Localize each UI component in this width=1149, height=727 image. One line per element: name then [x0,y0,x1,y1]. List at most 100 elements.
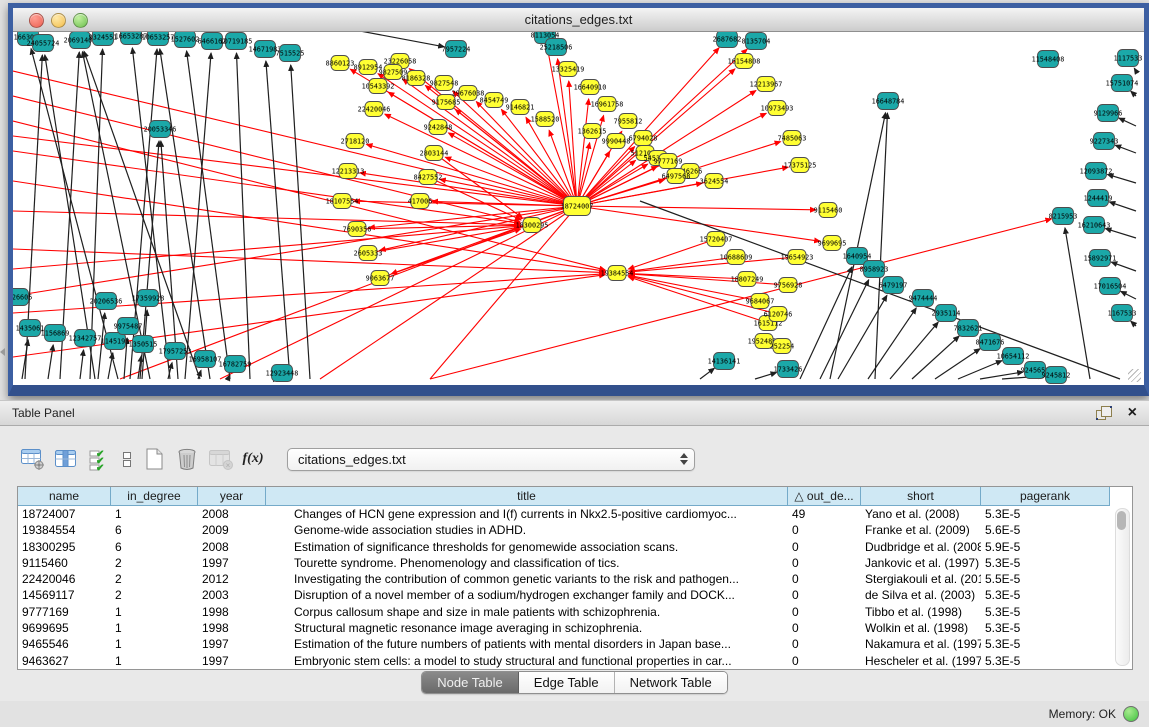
graph-edge[interactable] [13,249,605,273]
graph-edge[interactable] [360,32,444,47]
window-titlebar[interactable]: citations_edges.txt [13,8,1144,32]
graph-edge[interactable] [1111,262,1136,271]
float-panel-icon[interactable] [1096,406,1112,420]
table-cell: 5.3E-5 [981,506,1110,522]
graph-edge[interactable] [80,350,84,379]
graph-edge[interactable] [1131,91,1136,96]
graph-edge[interactable] [1109,202,1136,211]
table-cell: 9465546 [18,636,111,652]
graph-node-label: 8186328 [402,74,431,82]
close-panel-icon[interactable]: × [1128,406,1137,420]
graph-edge[interactable] [1121,291,1136,299]
column-header-pagerank[interactable]: pagerank [981,487,1110,506]
column-header-title[interactable]: title [266,487,788,506]
table-row[interactable]: 977716911998Corpus callosum shape and si… [18,604,1132,620]
row-height-button[interactable] [119,446,134,472]
column-header-in_degree[interactable]: in_degree [111,487,198,506]
graph-edge[interactable] [1107,174,1136,183]
graph-edge[interactable] [48,345,53,379]
network-graph[interactable]: 1663054240557242069140693245511665328710… [13,32,1144,385]
graph-edge[interactable] [629,274,788,285]
graph-edge[interactable] [629,257,797,272]
column-header-out_de[interactable]: △ out_de... [788,487,861,506]
table-cell: 1 [111,506,198,522]
select-rows-button[interactable]: ✔ ✔ ✔ [86,446,112,472]
graph-node-label: 12213313 [332,167,365,175]
graph-edge[interactable] [820,280,869,379]
table-row[interactable]: 1830029562008Estimation of significance … [18,539,1132,555]
graph-edge[interactable] [291,65,310,379]
column-header-short[interactable]: short [861,487,981,506]
graph-edge[interactable] [1119,118,1136,126]
graph-edge[interactable] [368,227,520,253]
graph-edge[interactable] [800,267,852,379]
graph-edge[interactable] [577,206,816,210]
graph-edge[interactable] [628,239,716,269]
float-icon-dot [1096,418,1098,420]
table-cell: 6 [111,539,198,555]
graph-node-label: 18107554 [326,197,359,205]
graph-edge[interactable] [700,368,714,379]
graph-edge[interactable] [1134,68,1136,71]
graph-edge[interactable] [13,226,520,269]
table-selector-dropdown[interactable]: citations_edges.txt [287,448,695,471]
graph-edge[interactable] [13,151,520,223]
scrollbar-thumb[interactable] [1117,511,1126,530]
close-window-button[interactable] [29,13,44,28]
function-builder-button[interactable]: f(x) [240,446,266,472]
graph-edge[interactable] [1105,229,1136,238]
graph-node-label: 15751074 [1106,79,1139,87]
tab-edge-table[interactable]: Edge Table [519,672,615,693]
graph-edge[interactable] [98,313,105,379]
graph-edge[interactable] [890,322,938,379]
graph-edge[interactable] [640,201,1120,379]
table-row[interactable]: 911546021997Tourette syndrome. Phenomeno… [18,555,1132,571]
graph-node-label: 16961758 [591,100,624,108]
show-columns-button[interactable] [53,446,79,472]
graph-edge[interactable] [13,96,520,222]
table-row[interactable]: 946362711997Embryonic stem cells: a mode… [18,653,1132,669]
graph-edge[interactable] [935,349,980,379]
create-column-button[interactable] [141,446,167,472]
table-vertical-scrollbar[interactable] [1115,508,1130,666]
table-row[interactable]: 1872400712008Changes of HCN gene express… [18,506,1132,522]
graph-node-label: 7690356 [343,225,372,233]
graph-node-label: 9227343 [1090,137,1119,145]
table-cell: 5.3E-5 [981,604,1110,620]
graph-edge[interactable] [755,372,777,379]
graph-node-label: 2935114 [932,309,961,317]
table-row[interactable]: 1456911722003Disruption of a novel membe… [18,587,1132,603]
delete-column-button[interactable] [174,446,200,472]
table-row[interactable]: 946554611997Estimation of the future num… [18,636,1132,652]
tab-node-table[interactable]: Node Table [422,672,519,693]
network-canvas[interactable]: 1663054240557242069140693245511665328710… [13,32,1144,385]
table-row[interactable]: 969969511998Structural magnetic resonanc… [18,620,1132,636]
graph-edge[interactable] [236,53,250,379]
zoom-window-button[interactable] [73,13,88,28]
graph-edge[interactable] [1115,145,1136,153]
graph-edge[interactable] [868,308,916,379]
table-row[interactable]: 2242004622012Investigating the contribut… [18,571,1132,587]
graph-edge[interactable] [912,336,959,379]
graph-edge[interactable] [13,206,577,296]
graph-edge[interactable] [13,211,520,225]
column-header-name[interactable]: name [18,487,111,506]
graph-node-label: 19384554 [601,269,634,277]
graph-edge[interactable] [558,59,577,206]
graph-edge[interactable] [220,206,577,379]
graph-edge[interactable] [1131,321,1136,326]
window-resize-grip[interactable] [1128,369,1141,382]
graph-edge[interactable] [430,219,1051,379]
table-cell: Disruption of a novel member of a sodium… [266,587,788,603]
graph-edge[interactable] [1065,228,1090,379]
table-row[interactable]: 1938455462009Genome-wide association stu… [18,522,1132,538]
panel-collapse-arrow[interactable] [0,348,5,356]
graph-edge[interactable] [160,49,210,379]
graph-node-label: 17359928 [132,294,165,302]
graph-edge[interactable] [108,353,113,379]
minimize-window-button[interactable] [51,13,66,28]
tab-network-table[interactable]: Network Table [615,672,727,693]
graph-edge[interactable] [577,206,820,241]
table-mode-button[interactable] [20,446,46,472]
column-header-year[interactable]: year [198,487,266,506]
